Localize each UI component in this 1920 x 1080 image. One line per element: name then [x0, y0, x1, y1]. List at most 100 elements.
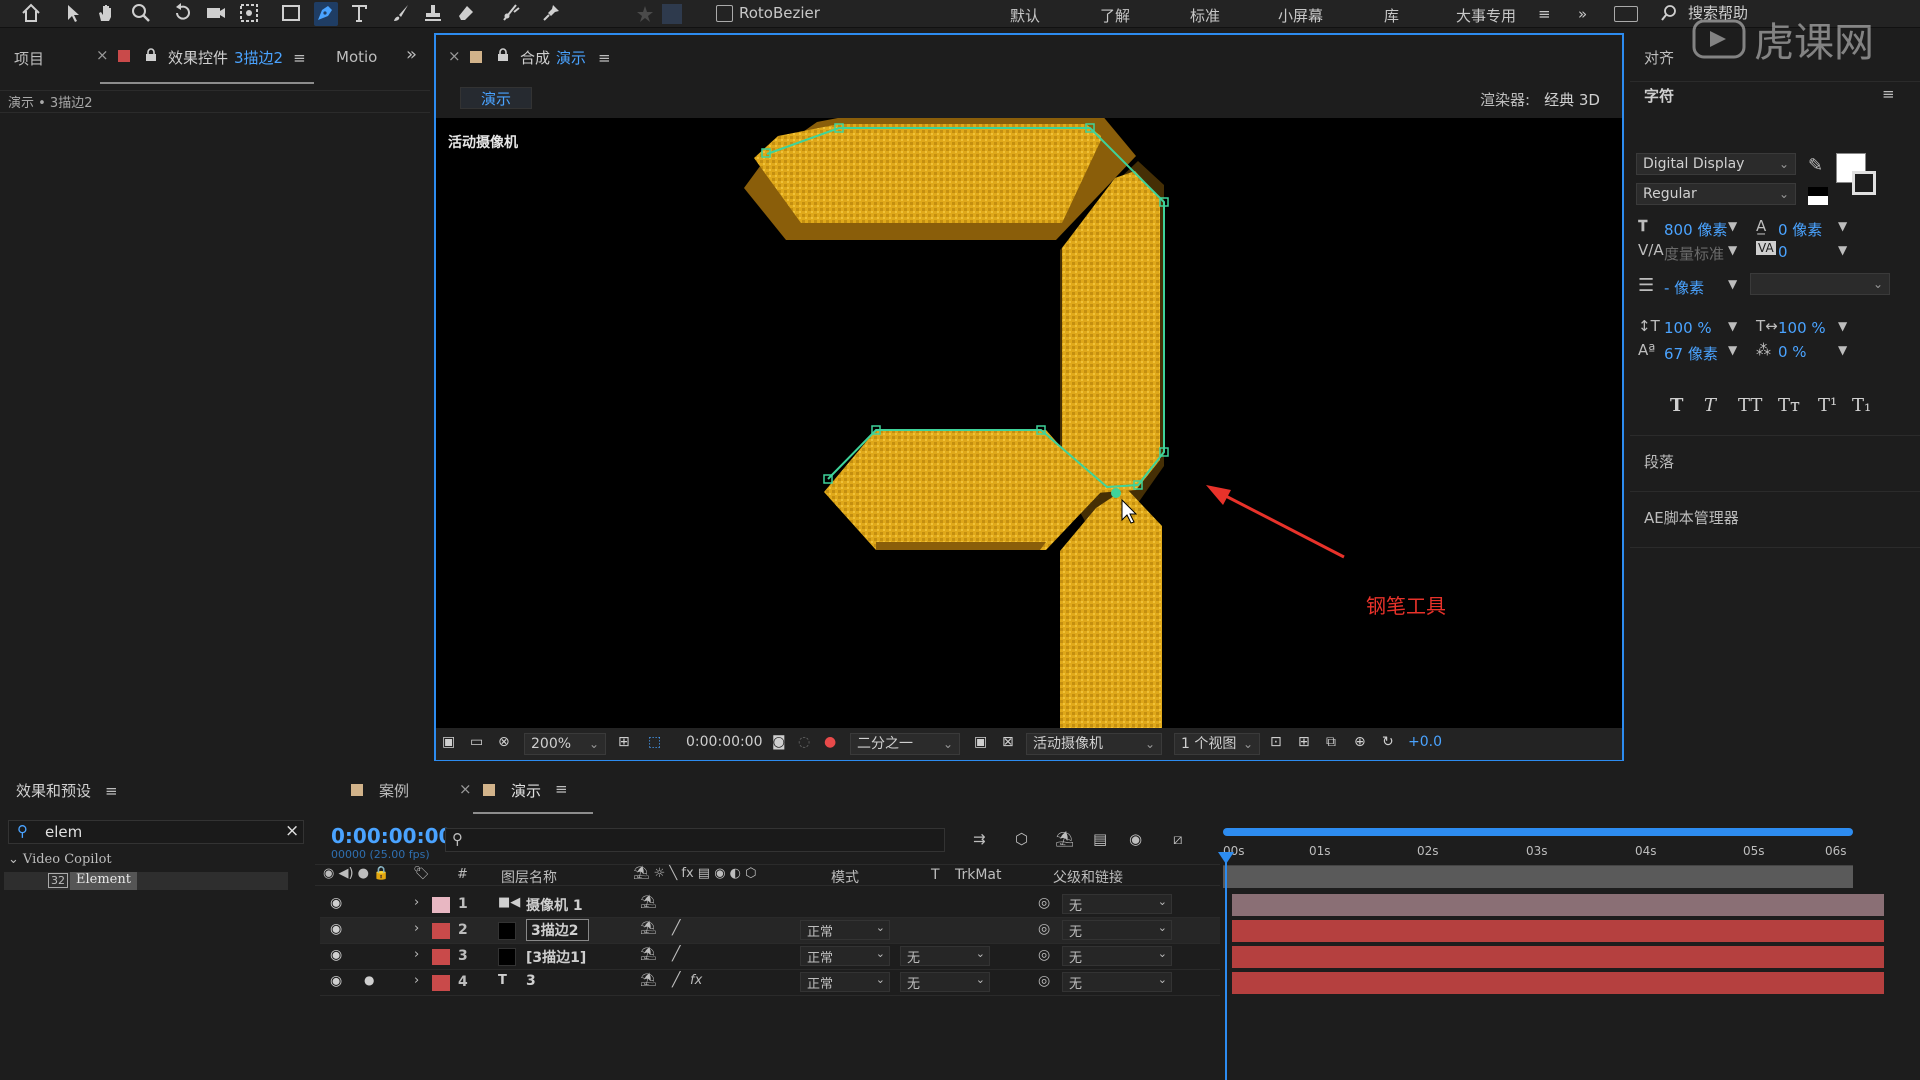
- current-time[interactable]: 0:00:00:00: [686, 734, 763, 750]
- always-preview-icon[interactable]: ▣: [442, 734, 455, 750]
- panel-menu-icon[interactable]: ≡: [598, 49, 611, 67]
- layer-mode-select[interactable]: 正常 ⌄: [800, 972, 890, 992]
- time-ruler[interactable]: 00s 01s 02s 03s 04s 05s 06s: [1223, 838, 1853, 866]
- puppet-pin-icon[interactable]: [540, 2, 564, 26]
- close-icon[interactable]: ×: [459, 780, 472, 798]
- layer-trkmat-select[interactable]: 无 ⌄: [900, 946, 990, 966]
- hand-icon[interactable]: [95, 2, 119, 26]
- horizontal-scale-value[interactable]: 100 %: [1778, 319, 1826, 337]
- panel-menu-icon[interactable]: ≡: [1882, 85, 1895, 103]
- close-icon[interactable]: ×: [448, 47, 461, 65]
- camera-select[interactable]: 活动摄像机 ⌄: [1026, 733, 1162, 755]
- expand-chevron-icon[interactable]: ›: [414, 921, 419, 936]
- workspace-libraries[interactable]: 库: [1384, 5, 1399, 26]
- tab-effect-controls[interactable]: 效果控件 3描边2 ≡: [168, 47, 306, 68]
- shy-switch-icon[interactable]: ⛱: [640, 895, 657, 910]
- effects-search-input[interactable]: ⚲ elem ×: [8, 820, 304, 844]
- parent-pickwhip-icon[interactable]: ◎: [1038, 947, 1050, 963]
- kerning-value[interactable]: 度量标准: [1664, 243, 1724, 264]
- resolution-select[interactable]: 二分之一 ⌄: [850, 733, 960, 755]
- stroke-width-value[interactable]: - 像素: [1664, 277, 1704, 298]
- parent-pickwhip-icon[interactable]: ◎: [1038, 895, 1050, 911]
- roto-brush-icon[interactable]: [500, 2, 524, 26]
- lock-icon[interactable]: [144, 48, 158, 62]
- layer-parent-select[interactable]: 无 ⌄: [1062, 894, 1172, 914]
- parent-pickwhip-icon[interactable]: ◎: [1038, 921, 1050, 937]
- channel-icon[interactable]: ●: [824, 734, 836, 750]
- stroke-style-select[interactable]: ⌄: [1750, 273, 1890, 295]
- tab-motion[interactable]: Motio: [336, 48, 377, 66]
- quality-switch-icon[interactable]: ╱: [672, 946, 680, 962]
- rotobezier-checkbox[interactable]: [716, 4, 733, 22]
- black-white-swatch[interactable]: [1808, 187, 1828, 205]
- shy-switch-icon[interactable]: ⛱: [640, 921, 657, 936]
- quality-switch-icon[interactable]: ╱: [672, 920, 680, 936]
- shy-layers-icon[interactable]: ⛱: [1055, 830, 1074, 848]
- show-snapshot-icon[interactable]: ◌: [798, 734, 810, 750]
- layer-mode-select[interactable]: 正常 ⌄: [800, 920, 890, 940]
- column-layer-name[interactable]: 图层名称: [501, 867, 557, 887]
- dropdown-icon[interactable]: ▼: [1728, 277, 1737, 291]
- home-icon[interactable]: [20, 2, 44, 26]
- layer-label-swatch[interactable]: [432, 923, 450, 939]
- parent-pickwhip-icon[interactable]: ◎: [1038, 973, 1050, 989]
- dropdown-icon[interactable]: ▼: [1838, 319, 1847, 333]
- quality-switch-icon[interactable]: ╱: [672, 972, 680, 988]
- all-caps-button[interactable]: TT: [1738, 395, 1778, 416]
- work-area-bar[interactable]: [1223, 828, 1853, 836]
- eraser-icon[interactable]: [455, 2, 479, 26]
- digit-seven-artwork[interactable]: [436, 118, 1622, 728]
- layer-duration-bar[interactable]: [1232, 894, 1884, 916]
- playhead[interactable]: [1225, 852, 1227, 1080]
- solo-dot-icon[interactable]: ●: [364, 973, 374, 987]
- flowchart-icon[interactable]: ⊕: [1354, 734, 1366, 750]
- layer-label-swatch[interactable]: [432, 975, 450, 991]
- motion-blur-icon[interactable]: ◉: [1129, 830, 1142, 848]
- pan-behind-icon[interactable]: [238, 2, 262, 26]
- tsume-value[interactable]: 0 %: [1778, 343, 1807, 361]
- fast-preview-icon[interactable]: ⧉: [1326, 734, 1336, 750]
- exposure-value[interactable]: +0.0: [1408, 734, 1442, 750]
- panel-menu-icon[interactable]: ≡: [105, 782, 118, 800]
- camera-orbit-icon[interactable]: [205, 2, 229, 26]
- zoom-icon[interactable]: [130, 2, 154, 26]
- baseline-shift-value[interactable]: 67 像素: [1664, 343, 1718, 364]
- layer-name[interactable]: 摄像机 1: [526, 895, 583, 915]
- tab-composition[interactable]: 合成 演示 ≡: [520, 47, 611, 68]
- tracking-value[interactable]: 0: [1778, 243, 1788, 261]
- layer-name[interactable]: 3: [526, 973, 536, 989]
- dropdown-icon[interactable]: ▼: [1838, 219, 1847, 233]
- visibility-eye-icon[interactable]: ◉: [330, 947, 342, 963]
- dropdown-icon[interactable]: ▼: [1728, 219, 1737, 233]
- shy-switch-icon[interactable]: ⛱: [640, 973, 657, 988]
- chevron-down-icon[interactable]: ⌄: [8, 852, 19, 867]
- layer-label-swatch[interactable]: [432, 949, 450, 965]
- font-family-select[interactable]: Digital Display ⌄: [1636, 153, 1796, 175]
- pixel-aspect-icon[interactable]: ⊞: [1298, 734, 1310, 750]
- superscript-button[interactable]: T¹: [1818, 395, 1852, 416]
- graph-editor-icon[interactable]: ⧄: [1173, 830, 1183, 848]
- dropdown-icon[interactable]: ▼: [1728, 343, 1737, 357]
- lock-icon[interactable]: [496, 48, 510, 62]
- layer-duration-bar[interactable]: [1232, 972, 1884, 994]
- expand-chevron-icon[interactable]: ›: [414, 895, 419, 910]
- workspace-standard[interactable]: 标准: [1190, 5, 1220, 26]
- font-size-value[interactable]: 800 像素: [1664, 219, 1727, 240]
- stroke-color-swatch[interactable]: [1852, 171, 1876, 195]
- workspace-learn[interactable]: 了解: [1100, 5, 1130, 26]
- effects-item-row[interactable]: 32 Element: [4, 872, 288, 890]
- expand-chevron-icon[interactable]: ›: [414, 973, 419, 988]
- effects-category-video-copilot[interactable]: ⌄ Video Copilot: [8, 852, 112, 867]
- monitor-icon[interactable]: ▭: [470, 734, 483, 750]
- visibility-eye-icon[interactable]: ◉: [330, 921, 342, 937]
- layer-duration-bar[interactable]: [1232, 946, 1884, 968]
- faux-bold-button[interactable]: T: [1670, 395, 1704, 416]
- timeline-tab-demo[interactable]: 演示: [511, 780, 541, 801]
- layer-row[interactable]: ◉ › 3 [3描边1] ⛱ ╱ 正常 ⌄ 无 ⌄ ◎ 无 ⌄: [320, 944, 1220, 970]
- visibility-eye-icon[interactable]: ◉: [330, 895, 342, 911]
- snapping-icon[interactable]: [662, 4, 682, 24]
- font-style-select[interactable]: Regular ⌄: [1636, 183, 1796, 205]
- workspace-active[interactable]: 大事专用: [1456, 5, 1516, 26]
- dropdown-icon[interactable]: ▼: [1838, 243, 1847, 257]
- toggle-transparency-icon[interactable]: ▣: [974, 734, 987, 750]
